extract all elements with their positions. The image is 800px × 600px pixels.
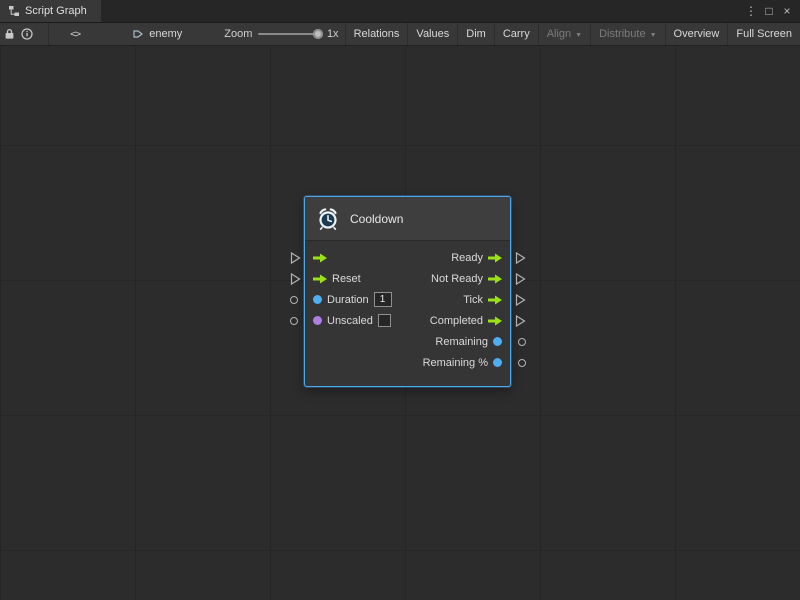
- port-label: Duration: [327, 294, 369, 306]
- flow-port-icon[interactable]: [488, 253, 502, 263]
- graph-asset-icon: [132, 28, 144, 40]
- toolbar-button-values[interactable]: Values: [407, 23, 457, 45]
- toolbar-button-relations[interactable]: Relations: [345, 23, 408, 45]
- window-controls: ⋮ □ ×: [742, 0, 800, 22]
- button-label: Overview: [674, 28, 720, 40]
- toolbar-button-dim[interactable]: Dim: [457, 23, 494, 45]
- zoom-slider-handle[interactable]: [313, 29, 323, 39]
- graph-canvas[interactable]: Cooldown Reset Duration 1Unscaled Ready Not…: [0, 46, 800, 600]
- script-graph-icon: [8, 5, 20, 17]
- info-icon[interactable]: [18, 23, 36, 45]
- value-port-icon[interactable]: [313, 295, 322, 304]
- node-outputs: Ready Not Ready Tick Completed Remaining Rema…: [403, 247, 510, 373]
- flow-port-icon[interactable]: [488, 316, 502, 326]
- input-port-enter[interactable]: [305, 247, 403, 268]
- input-port-duration[interactable]: Duration 1: [305, 289, 403, 310]
- output-port-remaining[interactable]: Remaining %: [403, 352, 510, 373]
- button-label: Align: [547, 28, 571, 40]
- port-label: Remaining %: [423, 357, 488, 369]
- node-body: Reset Duration 1Unscaled Ready Not Ready Tic…: [305, 241, 510, 386]
- alarm-clock-icon: [315, 206, 341, 232]
- value-port-icon[interactable]: [493, 337, 502, 346]
- zoom-slider-track: [258, 33, 321, 35]
- node-inputs: Reset Duration 1Unscaled: [305, 247, 403, 373]
- cooldown-node[interactable]: Cooldown Reset Duration 1Unscaled Ready Not…: [305, 197, 510, 386]
- port-label: Remaining: [435, 336, 488, 348]
- tab-script-graph[interactable]: Script Graph: [0, 0, 101, 22]
- toolbar-button-distribute[interactable]: Distribute ▼: [590, 23, 664, 45]
- port-label: Reset: [332, 273, 361, 285]
- value-connector-icon[interactable]: [518, 338, 526, 346]
- flow-connector-icon[interactable]: [290, 251, 301, 264]
- flow-connector-icon[interactable]: [290, 272, 301, 285]
- code-icon[interactable]: <>: [66, 23, 84, 45]
- toolbar-divider: [48, 23, 49, 45]
- flow-connector-icon[interactable]: [515, 314, 526, 327]
- toolbar-buttons: Relations Values Dim Carry Align ▼ Distribute ▼…: [345, 23, 800, 45]
- bool-port-icon[interactable]: [313, 316, 322, 325]
- node-title: Cooldown: [350, 212, 403, 226]
- toolbar-button-align[interactable]: Align ▼: [538, 23, 590, 45]
- unscaled-checkbox[interactable]: [378, 314, 391, 327]
- input-port-unscaled[interactable]: Unscaled: [305, 310, 403, 331]
- flow-connector-icon[interactable]: [515, 272, 526, 285]
- dropdown-caret-icon: ▼: [575, 32, 582, 39]
- port-label: Tick: [463, 294, 483, 306]
- lock-icon[interactable]: [0, 23, 18, 45]
- dropdown-caret-icon: ▼: [650, 32, 657, 39]
- flow-port-icon[interactable]: [313, 253, 327, 263]
- value-connector-icon[interactable]: [518, 359, 526, 367]
- value-port-icon[interactable]: [493, 358, 502, 367]
- duration-value-field[interactable]: 1: [374, 292, 392, 307]
- menu-kebab-icon[interactable]: ⋮: [742, 0, 760, 22]
- button-label: Dim: [466, 28, 486, 40]
- output-port-ready[interactable]: Ready: [403, 247, 510, 268]
- flow-connector-icon[interactable]: [515, 251, 526, 264]
- maximize-icon[interactable]: □: [760, 0, 778, 22]
- toolbar-button-overview[interactable]: Overview: [665, 23, 728, 45]
- button-label: Full Screen: [736, 28, 792, 40]
- value-connector-icon[interactable]: [290, 317, 298, 325]
- button-label: Distribute: [599, 28, 645, 40]
- tab-title: Script Graph: [25, 5, 87, 17]
- toolbar-button-full-screen[interactable]: Full Screen: [727, 23, 800, 45]
- zoom-slider[interactable]: [256, 23, 323, 45]
- close-icon[interactable]: ×: [778, 0, 796, 22]
- button-label: Values: [416, 28, 449, 40]
- zoom-label: Zoom: [224, 28, 252, 40]
- flow-port-icon[interactable]: [313, 274, 327, 284]
- value-connector-icon[interactable]: [290, 296, 298, 304]
- button-label: Relations: [354, 28, 400, 40]
- title-bar: Script Graph ⋮ □ ×: [0, 0, 800, 23]
- port-label: Completed: [430, 315, 483, 327]
- input-port-reset[interactable]: Reset: [305, 268, 403, 289]
- button-label: Carry: [503, 28, 530, 40]
- flow-port-icon[interactable]: [488, 274, 502, 284]
- toolbar-button-carry[interactable]: Carry: [494, 23, 538, 45]
- flow-connector-icon[interactable]: [515, 293, 526, 306]
- output-port-tick[interactable]: Tick: [403, 289, 510, 310]
- output-port-remaining[interactable]: Remaining: [403, 331, 510, 352]
- output-port-not-ready[interactable]: Not Ready: [403, 268, 510, 289]
- zoom-value: 1x: [327, 28, 339, 40]
- graph-toolbar: <> enemy Zoom 1x Relations Values Dim Carry…: [0, 23, 800, 46]
- graph-reference[interactable]: enemy: [124, 28, 190, 40]
- graph-name: enemy: [149, 28, 182, 40]
- output-port-completed[interactable]: Completed: [403, 310, 510, 331]
- flow-port-icon[interactable]: [488, 295, 502, 305]
- port-label: Unscaled: [327, 315, 373, 327]
- node-header[interactable]: Cooldown: [305, 197, 510, 241]
- port-label: Not Ready: [431, 273, 483, 285]
- port-label: Ready: [451, 252, 483, 264]
